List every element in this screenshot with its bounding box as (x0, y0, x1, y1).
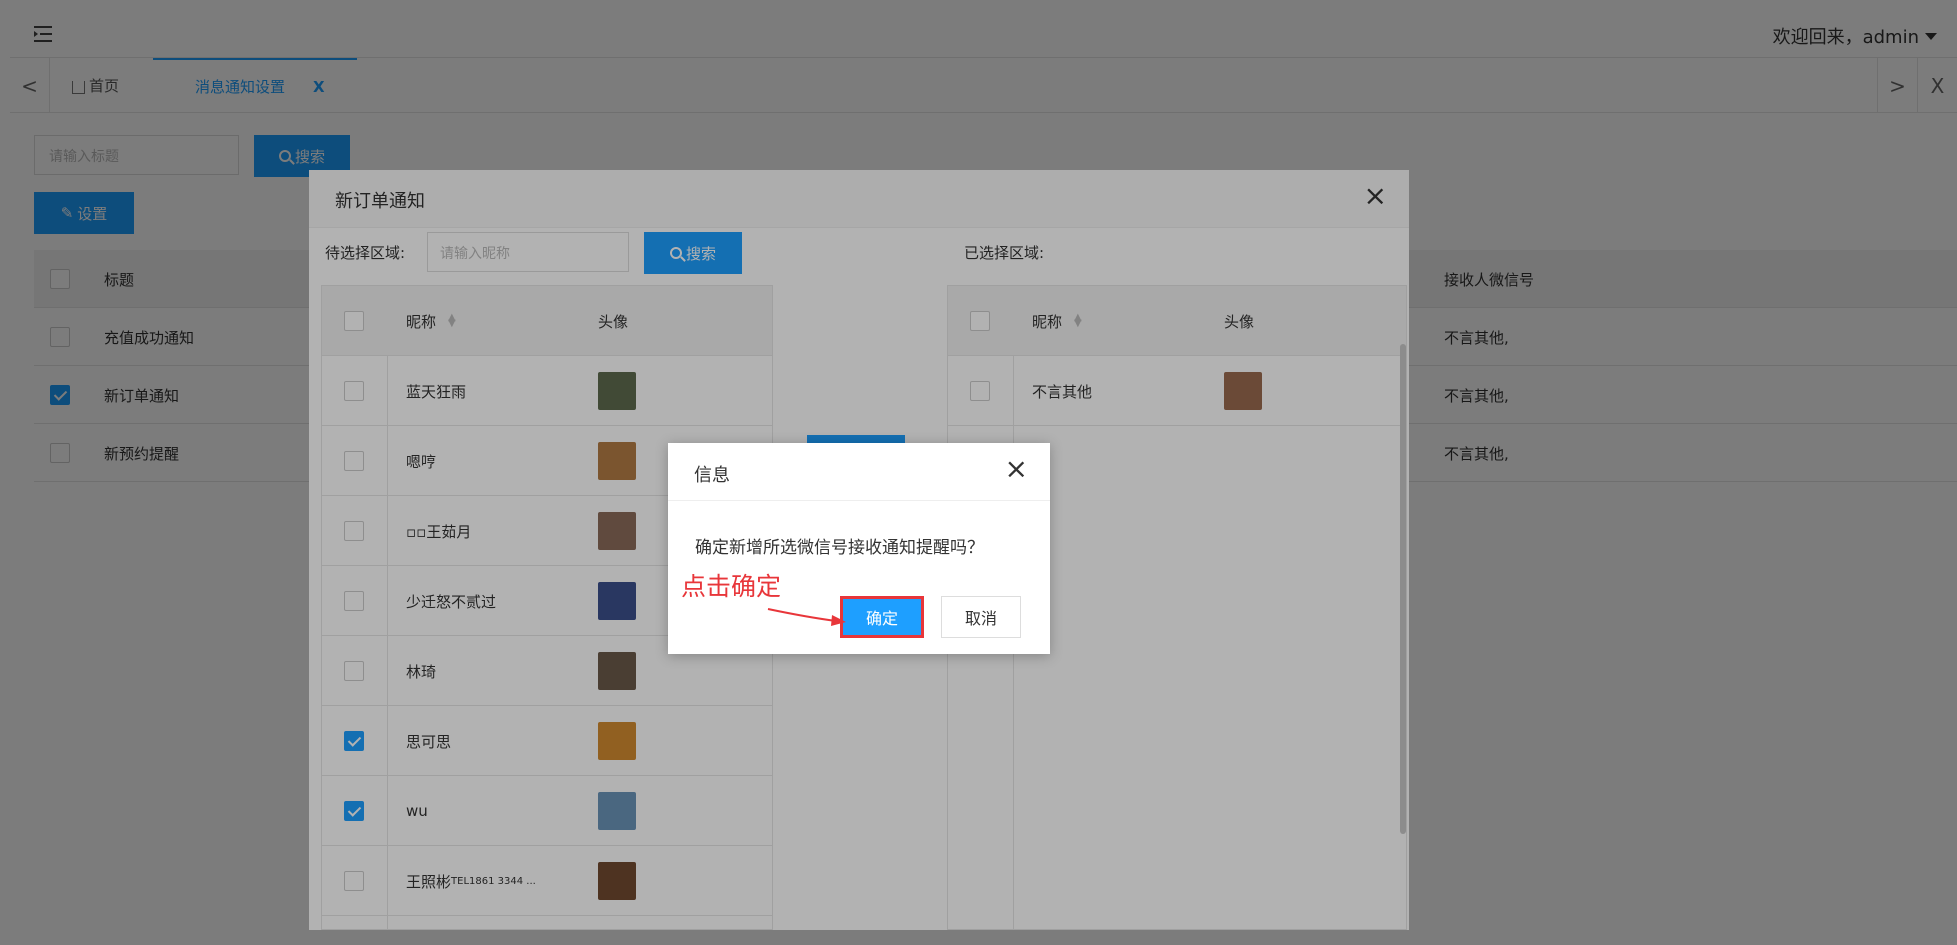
dialog-message: 确定新增所选微信号接收通知提醒吗？ (695, 538, 984, 558)
confirm-cancel-button[interactable]: 取消 (941, 596, 1021, 638)
dialog-header: 信息 × (668, 443, 1050, 501)
dialog-close-icon[interactable]: × (1005, 455, 1028, 483)
dialog-title: 信息 (694, 465, 730, 486)
confirm-dialog: 信息 × 确定新增所选微信号接收通知提醒吗？ 确定 取消 (668, 443, 1050, 654)
confirm-ok-button[interactable]: 确定 (840, 596, 924, 638)
annotation-arrow-icon (767, 608, 846, 626)
annotation-text: 点击确定 (681, 572, 782, 601)
